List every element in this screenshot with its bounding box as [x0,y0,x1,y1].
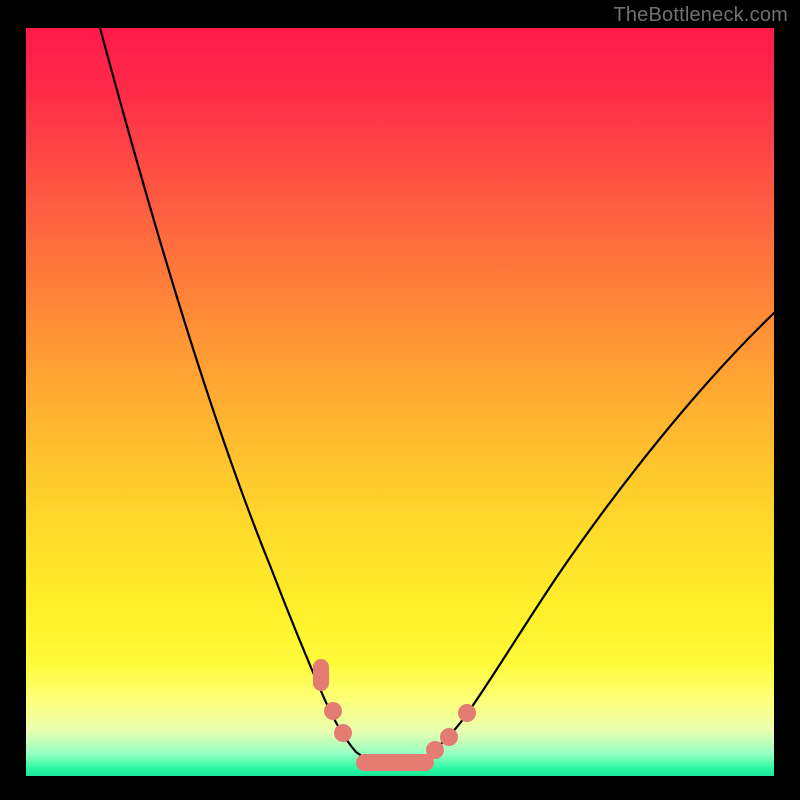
chart-plot-area [26,28,774,776]
bottleneck-curve-svg [26,28,774,776]
curve-marker [440,728,458,746]
curve-marker [313,659,329,691]
bottleneck-curve-path [100,28,774,763]
curve-marker-minimum [356,754,434,771]
curve-marker [334,724,352,742]
curve-marker [324,702,342,720]
curve-marker [458,704,476,722]
watermark-text: TheBottleneck.com [613,4,788,27]
curve-marker [426,741,444,759]
